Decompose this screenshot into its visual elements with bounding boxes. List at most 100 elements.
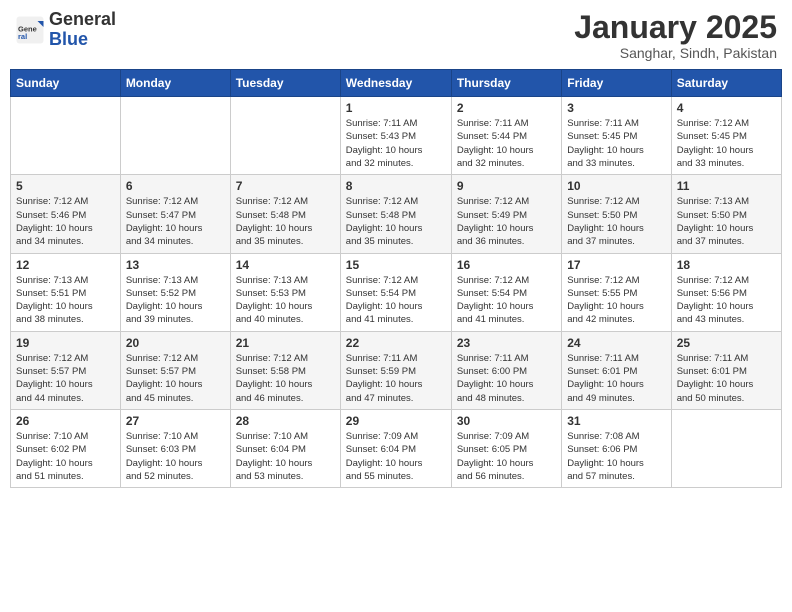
day-number: 5: [16, 179, 115, 193]
calendar-cell: [671, 409, 781, 487]
day-number: 22: [346, 336, 446, 350]
day-number: 20: [126, 336, 225, 350]
day-info: Sunrise: 7:11 AM Sunset: 5:43 PM Dayligh…: [346, 117, 446, 170]
day-info: Sunrise: 7:13 AM Sunset: 5:51 PM Dayligh…: [16, 274, 115, 327]
day-info: Sunrise: 7:12 AM Sunset: 5:56 PM Dayligh…: [677, 274, 776, 327]
day-number: 7: [236, 179, 335, 193]
calendar-cell: 5 Sunrise: 7:12 AM Sunset: 5:46 PM Daylig…: [11, 175, 121, 253]
calendar-cell: 1Sunrise: 7:11 AM Sunset: 5:43 PM Daylig…: [340, 97, 451, 175]
day-info: Sunrise: 7:12 AM Sunset: 5:48 PM Dayligh…: [346, 195, 446, 248]
day-number: 16: [457, 258, 556, 272]
day-number: 13: [126, 258, 225, 272]
calendar-cell: 18 Sunrise: 7:12 AM Sunset: 5:56 PM Dayli…: [671, 253, 781, 331]
day-info: Sunrise: 7:09 AM Sunset: 6:05 PM Dayligh…: [457, 430, 556, 483]
weekday-header-monday: Monday: [120, 70, 230, 97]
location: Sanghar, Sindh, Pakistan: [574, 45, 777, 61]
day-info: Sunrise: 7:12 AM Sunset: 5:49 PM Dayligh…: [457, 195, 556, 248]
day-info: Sunrise: 7:12 AM Sunset: 5:55 PM Dayligh…: [567, 274, 665, 327]
day-number: 28: [236, 414, 335, 428]
calendar-header-row: SundayMondayTuesdayWednesdayThursdayFrid…: [11, 70, 782, 97]
day-info: Sunrise: 7:12 AM Sunset: 5:58 PM Dayligh…: [236, 352, 335, 405]
calendar-cell: 22 Sunrise: 7:11 AM Sunset: 5:59 PM Dayli…: [340, 331, 451, 409]
calendar-cell: 30 Sunrise: 7:09 AM Sunset: 6:05 PM Dayli…: [451, 409, 561, 487]
day-info: Sunrise: 7:11 AM Sunset: 5:59 PM Dayligh…: [346, 352, 446, 405]
day-info: Sunrise: 7:13 AM Sunset: 5:52 PM Dayligh…: [126, 274, 225, 327]
logo-icon: Gene ral: [15, 15, 45, 45]
day-info: Sunrise: 7:12 AM Sunset: 5:45 PM Dayligh…: [677, 117, 776, 170]
day-number: 30: [457, 414, 556, 428]
month-title: January 2025: [574, 10, 777, 45]
day-number: 15: [346, 258, 446, 272]
calendar-week-row: 19 Sunrise: 7:12 AM Sunset: 5:57 PM Dayli…: [11, 331, 782, 409]
title-block: January 2025 Sanghar, Sindh, Pakistan: [574, 10, 777, 61]
day-info: Sunrise: 7:10 AM Sunset: 6:04 PM Dayligh…: [236, 430, 335, 483]
calendar-week-row: 5 Sunrise: 7:12 AM Sunset: 5:46 PM Daylig…: [11, 175, 782, 253]
day-info: Sunrise: 7:12 AM Sunset: 5:54 PM Dayligh…: [457, 274, 556, 327]
day-info: Sunrise: 7:12 AM Sunset: 5:46 PM Dayligh…: [16, 195, 115, 248]
calendar-cell: 8Sunrise: 7:12 AM Sunset: 5:48 PM Daylig…: [340, 175, 451, 253]
day-info: Sunrise: 7:12 AM Sunset: 5:57 PM Dayligh…: [126, 352, 225, 405]
day-info: Sunrise: 7:08 AM Sunset: 6:06 PM Dayligh…: [567, 430, 665, 483]
day-number: 4: [677, 101, 776, 115]
day-info: Sunrise: 7:12 AM Sunset: 5:50 PM Dayligh…: [567, 195, 665, 248]
day-info: Sunrise: 7:12 AM Sunset: 5:47 PM Dayligh…: [126, 195, 225, 248]
day-number: 9: [457, 179, 556, 193]
calendar-cell: 19 Sunrise: 7:12 AM Sunset: 5:57 PM Dayli…: [11, 331, 121, 409]
logo: Gene ral General Blue: [15, 10, 116, 50]
day-number: 14: [236, 258, 335, 272]
calendar-cell: [230, 97, 340, 175]
day-info: Sunrise: 7:11 AM Sunset: 5:44 PM Dayligh…: [457, 117, 556, 170]
weekday-header-tuesday: Tuesday: [230, 70, 340, 97]
calendar-cell: 14 Sunrise: 7:13 AM Sunset: 5:53 PM Dayli…: [230, 253, 340, 331]
weekday-header-saturday: Saturday: [671, 70, 781, 97]
day-info: Sunrise: 7:11 AM Sunset: 5:45 PM Dayligh…: [567, 117, 665, 170]
day-number: 18: [677, 258, 776, 272]
day-number: 21: [236, 336, 335, 350]
logo-general-text: General: [49, 9, 116, 29]
day-info: Sunrise: 7:09 AM Sunset: 6:04 PM Dayligh…: [346, 430, 446, 483]
day-number: 17: [567, 258, 665, 272]
calendar-cell: 15 Sunrise: 7:12 AM Sunset: 5:54 PM Dayli…: [340, 253, 451, 331]
calendar-cell: 12 Sunrise: 7:13 AM Sunset: 5:51 PM Dayli…: [11, 253, 121, 331]
day-info: Sunrise: 7:10 AM Sunset: 6:02 PM Dayligh…: [16, 430, 115, 483]
calendar-cell: 4 Sunrise: 7:12 AM Sunset: 5:45 PM Daylig…: [671, 97, 781, 175]
svg-text:ral: ral: [18, 32, 27, 41]
calendar-cell: 29Sunrise: 7:09 AM Sunset: 6:04 PM Dayli…: [340, 409, 451, 487]
day-number: 12: [16, 258, 115, 272]
day-info: Sunrise: 7:13 AM Sunset: 5:53 PM Dayligh…: [236, 274, 335, 327]
calendar-cell: [11, 97, 121, 175]
day-number: 19: [16, 336, 115, 350]
day-info: Sunrise: 7:11 AM Sunset: 6:00 PM Dayligh…: [457, 352, 556, 405]
calendar-cell: 20 Sunrise: 7:12 AM Sunset: 5:57 PM Dayli…: [120, 331, 230, 409]
calendar-cell: 6 Sunrise: 7:12 AM Sunset: 5:47 PM Daylig…: [120, 175, 230, 253]
day-number: 24: [567, 336, 665, 350]
day-number: 2: [457, 101, 556, 115]
day-number: 10: [567, 179, 665, 193]
day-number: 26: [16, 414, 115, 428]
calendar-cell: 10 Sunrise: 7:12 AM Sunset: 5:50 PM Dayli…: [562, 175, 671, 253]
calendar-cell: 21 Sunrise: 7:12 AM Sunset: 5:58 PM Dayli…: [230, 331, 340, 409]
weekday-header-thursday: Thursday: [451, 70, 561, 97]
calendar-cell: 27Sunrise: 7:10 AM Sunset: 6:03 PM Dayli…: [120, 409, 230, 487]
calendar-cell: 23Sunrise: 7:11 AM Sunset: 6:00 PM Dayli…: [451, 331, 561, 409]
day-number: 27: [126, 414, 225, 428]
weekday-header-sunday: Sunday: [11, 70, 121, 97]
calendar-cell: 7 Sunrise: 7:12 AM Sunset: 5:48 PM Daylig…: [230, 175, 340, 253]
calendar-cell: 28 Sunrise: 7:10 AM Sunset: 6:04 PM Dayli…: [230, 409, 340, 487]
calendar-cell: 2 Sunrise: 7:11 AM Sunset: 5:44 PM Daylig…: [451, 97, 561, 175]
day-number: 25: [677, 336, 776, 350]
day-info: Sunrise: 7:12 AM Sunset: 5:57 PM Dayligh…: [16, 352, 115, 405]
calendar-cell: 17 Sunrise: 7:12 AM Sunset: 5:55 PM Dayli…: [562, 253, 671, 331]
calendar-week-row: 26 Sunrise: 7:10 AM Sunset: 6:02 PM Dayli…: [11, 409, 782, 487]
calendar-cell: 9 Sunrise: 7:12 AM Sunset: 5:49 PM Daylig…: [451, 175, 561, 253]
day-info: Sunrise: 7:12 AM Sunset: 5:54 PM Dayligh…: [346, 274, 446, 327]
calendar-cell: 3 Sunrise: 7:11 AM Sunset: 5:45 PM Daylig…: [562, 97, 671, 175]
logo-blue-text: Blue: [49, 29, 88, 49]
day-info: Sunrise: 7:12 AM Sunset: 5:48 PM Dayligh…: [236, 195, 335, 248]
day-number: 3: [567, 101, 665, 115]
day-number: 31: [567, 414, 665, 428]
weekday-header-wednesday: Wednesday: [340, 70, 451, 97]
calendar-week-row: 12 Sunrise: 7:13 AM Sunset: 5:51 PM Dayli…: [11, 253, 782, 331]
day-number: 6: [126, 179, 225, 193]
day-number: 11: [677, 179, 776, 193]
